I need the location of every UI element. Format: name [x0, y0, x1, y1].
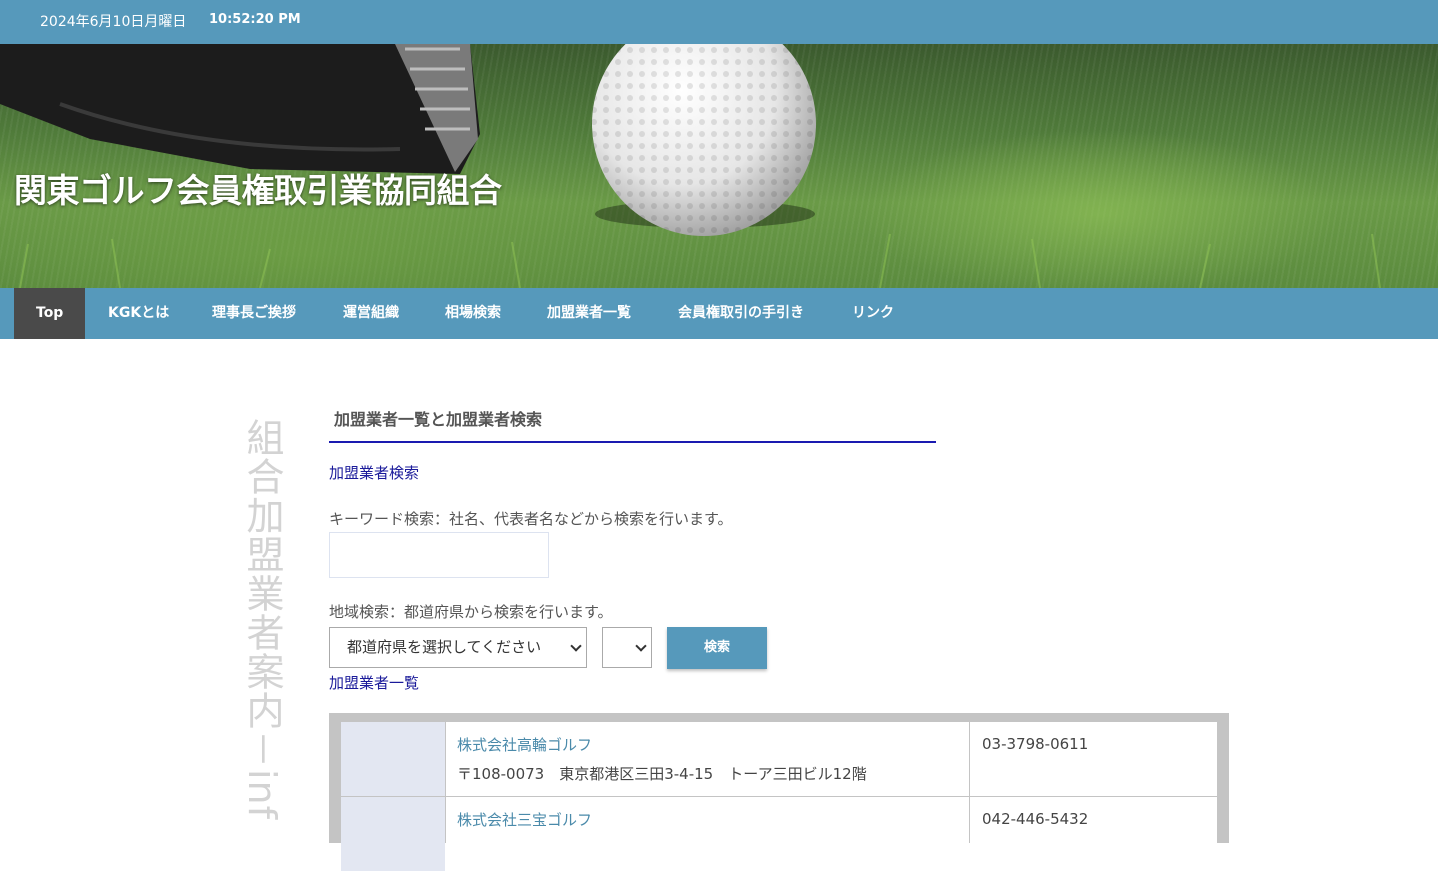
section-divider [329, 441, 936, 443]
nav-item-top[interactable]: Top [14, 288, 86, 339]
nav-item-organization[interactable]: 運営組織 [343, 288, 399, 339]
member-phone-cell: 042-446-5432 [970, 797, 1217, 871]
member-table: 株式会社高輪ゴルフ 〒108-0073 東京都港区三田3-4-15 トーア三田ビ… [329, 713, 1229, 871]
section-title: 加盟業者一覧と加盟業者検索 [334, 410, 543, 429]
member-phone: 042-446-5432 [982, 810, 1089, 828]
chevron-down-icon [635, 640, 647, 652]
nav-item-trading-guide[interactable]: 会員権取引の手引き [678, 288, 804, 339]
top-info-bar: 2024年6月10日月曜日 10:52:20 PM [0, 0, 1438, 44]
table-row: 株式会社三宝ゴルフ 042-446-5432 [341, 797, 1217, 871]
nav-item-greeting[interactable]: 理事長ご挨拶 [212, 288, 296, 339]
nav-item-price-search[interactable]: 相場検索 [445, 288, 501, 339]
member-address: 〒108-0073 東京都港区三田3-4-15 トーア三田ビル12階 [457, 765, 867, 783]
member-name-link[interactable]: 株式会社高輪ゴルフ [457, 734, 592, 755]
site-title[interactable]: 関東ゴルフ会員権取引業協同組合 [14, 164, 502, 212]
header-banner: 関東ゴルフ会員権取引業協同組合 [0, 44, 1438, 288]
sidebar-vertical-heading: 組合加盟業者案内－inf [246, 418, 284, 821]
table-row: 株式会社高輪ゴルフ 〒108-0073 東京都港区三田3-4-15 トーア三田ビ… [341, 722, 1217, 796]
nav-item-about[interactable]: KGKとは [108, 288, 169, 339]
member-name-link[interactable]: 株式会社三宝ゴルフ [457, 809, 592, 830]
member-phone-cell: 03-3798-0611 [970, 722, 1217, 796]
member-search-link[interactable]: 加盟業者検索 [329, 462, 419, 483]
member-list-link[interactable]: 加盟業者一覧 [329, 672, 419, 693]
region-search-label: 地域検索：都道府県から検索を行います。 [329, 603, 613, 621]
nav-item-member-list[interactable]: 加盟業者一覧 [547, 288, 631, 339]
member-phone: 03-3798-0611 [982, 735, 1089, 753]
nav-item-links[interactable]: リンク [852, 288, 894, 339]
chevron-down-icon [570, 640, 582, 652]
city-select[interactable] [602, 627, 652, 668]
current-date: 2024年6月10日月曜日 [40, 14, 187, 30]
current-time: 10:52:20 PM [209, 12, 301, 27]
member-logo-cell [341, 722, 445, 796]
prefecture-select[interactable]: 都道府県を選択してください [329, 627, 587, 668]
keyword-search-input[interactable] [329, 532, 549, 578]
member-info-cell: 株式会社三宝ゴルフ [446, 797, 969, 871]
member-logo-cell [341, 797, 445, 871]
search-button[interactable]: 検索 [667, 627, 767, 669]
prefecture-select-value: 都道府県を選択してください [347, 638, 542, 656]
member-info-cell: 株式会社高輪ゴルフ 〒108-0073 東京都港区三田3-4-15 トーア三田ビ… [446, 722, 969, 796]
main-nav: Top KGKとは 理事長ご挨拶 運営組織 相場検索 加盟業者一覧 会員権取引の… [0, 288, 1438, 339]
keyword-search-label: キーワード検索：社名、代表者名などから検索を行います。 [329, 510, 733, 528]
